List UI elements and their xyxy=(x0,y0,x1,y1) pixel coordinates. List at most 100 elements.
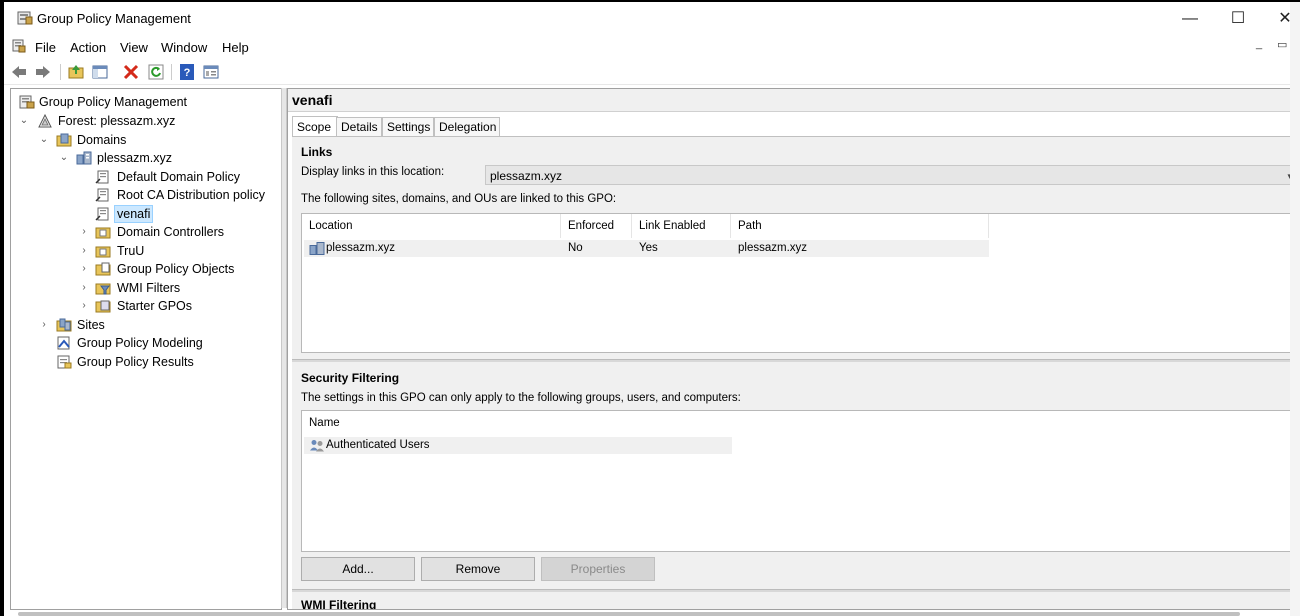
tree-label: Default Domain Policy xyxy=(117,170,240,184)
tree-label: WMI Filters xyxy=(117,281,181,295)
table-row[interactable]: plessazm.xyz No Yes plessazm.xyz xyxy=(304,240,989,257)
tree-label: Root CA Distribution policy xyxy=(117,188,265,202)
links-heading: Links xyxy=(301,145,333,159)
gpo-folder-icon xyxy=(95,262,111,276)
column-header-name[interactable]: Name xyxy=(302,411,732,435)
menu-window[interactable]: Window xyxy=(161,40,207,55)
section-divider[interactable] xyxy=(292,589,1300,592)
menu-file[interactable]: File xyxy=(35,40,56,55)
tree-label: Domain Controllers xyxy=(117,225,224,239)
expand-chevron-icon[interactable]: › xyxy=(79,242,89,260)
toolbar: ? xyxy=(4,60,1300,85)
app-window: Group Policy Management — ☐ ✕ File Actio… xyxy=(4,2,1300,616)
section-divider[interactable] xyxy=(292,359,1300,362)
minimize-button[interactable]: — xyxy=(1167,6,1213,32)
tab-scope[interactable]: Scope xyxy=(292,116,338,137)
tree-label: Domains xyxy=(77,133,127,147)
cell-location: plessazm.xyz xyxy=(326,242,396,254)
starter-gpo-folder-icon xyxy=(95,300,111,313)
domain-icon xyxy=(76,151,92,165)
cell-enforced: No xyxy=(568,242,583,254)
gpmc-app-icon xyxy=(17,11,33,25)
gpo-header: venafi xyxy=(288,89,1300,112)
mdi-minimize-button[interactable]: _ xyxy=(1256,38,1262,50)
expand-chevron-icon[interactable]: › xyxy=(79,279,89,297)
expand-chevron-icon[interactable]: › xyxy=(79,297,89,315)
horizontal-scrollbar[interactable] xyxy=(18,612,1240,616)
collapse-chevron-icon[interactable]: ⌄ xyxy=(19,112,29,130)
toolbar-separator xyxy=(171,64,172,80)
maximize-button[interactable]: ☐ xyxy=(1215,6,1261,32)
security-filtering-description: The settings in this GPO can only apply … xyxy=(301,392,741,404)
display-links-label: Display links in this location: xyxy=(301,166,445,178)
display-links-location-select[interactable]: plessazm.xyz ▾ xyxy=(485,165,1295,185)
svg-text:?: ? xyxy=(184,67,191,79)
add-button[interactable]: Add... xyxy=(301,557,415,581)
window-title: Group Policy Management xyxy=(37,11,191,26)
tree-label: Group Policy Management xyxy=(39,95,187,109)
sites-icon xyxy=(56,318,72,332)
tab-details[interactable]: Details xyxy=(336,117,382,137)
collapse-chevron-icon[interactable]: ⌄ xyxy=(39,131,49,149)
console-menu-icon[interactable] xyxy=(12,39,26,53)
ou-folder-icon xyxy=(95,227,111,239)
forest-icon xyxy=(38,114,52,128)
display-links-value: plessazm.xyz xyxy=(490,169,563,183)
tab-baseline xyxy=(292,136,1300,137)
tab-delegation[interactable]: Delegation xyxy=(434,117,500,137)
console-tree: Group Policy Management ⌄ Forest: plessa… xyxy=(10,88,282,610)
tree-label-selected: venafi xyxy=(114,205,154,223)
links-table: Location Enforced Link Enabled Path ples… xyxy=(301,213,1300,353)
domain-icon xyxy=(309,242,325,255)
gp-results-icon xyxy=(57,355,72,369)
mdi-restore-button[interactable]: ▭ xyxy=(1277,38,1287,51)
gpo-title: venafi xyxy=(292,92,333,108)
tree-label: Forest: plessazm.xyz xyxy=(58,114,176,128)
column-header-path[interactable]: Path xyxy=(731,214,989,238)
forward-arrow-icon[interactable] xyxy=(34,63,52,81)
menu-help[interactable]: Help xyxy=(222,40,249,55)
refresh-icon[interactable] xyxy=(147,63,165,81)
list-item[interactable]: Authenticated Users xyxy=(304,437,732,454)
users-group-icon xyxy=(310,440,324,452)
back-arrow-icon[interactable] xyxy=(10,63,28,81)
expand-chevron-icon[interactable]: › xyxy=(79,260,89,278)
tree-label: TruU xyxy=(117,244,145,258)
menu-bar: File Action View Window Help xyxy=(4,36,1300,58)
security-filtering-heading: Security Filtering xyxy=(301,371,400,385)
tree-label: Sites xyxy=(77,318,105,332)
expand-chevron-icon[interactable]: › xyxy=(39,316,49,334)
wmi-filter-folder-icon xyxy=(95,283,111,295)
delete-icon[interactable] xyxy=(122,63,140,81)
tab-settings[interactable]: Settings xyxy=(382,117,434,137)
title-bar: Group Policy Management — ☐ ✕ xyxy=(4,2,1300,34)
linked-to-gpo-text: The following sites, domains, and OUs ar… xyxy=(301,193,617,205)
tree-label: Group Policy Modeling xyxy=(77,336,203,350)
tree-label: Group Policy Results xyxy=(77,355,194,369)
security-filtering-list: Name Authenticated Users xyxy=(301,410,1300,552)
show-hide-console-tree-icon[interactable] xyxy=(91,63,109,81)
menu-action[interactable]: Action xyxy=(70,40,106,55)
gpo-link-icon xyxy=(95,188,109,202)
tree-label: Starter GPOs xyxy=(117,299,193,313)
gpo-link-icon xyxy=(95,207,109,221)
gpo-link-icon xyxy=(95,170,109,184)
cell-link-enabled: Yes xyxy=(639,242,658,254)
column-header-location[interactable]: Location xyxy=(302,214,561,238)
properties-button[interactable]: Properties xyxy=(541,557,655,581)
column-header-enforced[interactable]: Enforced xyxy=(561,214,632,238)
wmi-filtering-heading: WMI Filtering xyxy=(301,598,377,610)
toolbar-separator xyxy=(60,64,61,80)
up-folder-icon[interactable] xyxy=(67,63,85,81)
collapse-chevron-icon[interactable]: ⌄ xyxy=(59,149,69,167)
properties-icon[interactable] xyxy=(202,63,220,81)
remove-button[interactable]: Remove xyxy=(421,557,535,581)
tree-label: plessazm.xyz xyxy=(97,151,173,165)
menu-view[interactable]: View xyxy=(120,40,148,55)
gpmc-icon xyxy=(19,95,35,109)
help-icon[interactable]: ? xyxy=(178,63,196,81)
tree-label: Group Policy Objects xyxy=(117,262,235,276)
column-header-link-enabled[interactable]: Link Enabled xyxy=(632,214,731,238)
expand-chevron-icon[interactable]: › xyxy=(79,223,89,241)
domains-folder-icon xyxy=(56,133,72,147)
